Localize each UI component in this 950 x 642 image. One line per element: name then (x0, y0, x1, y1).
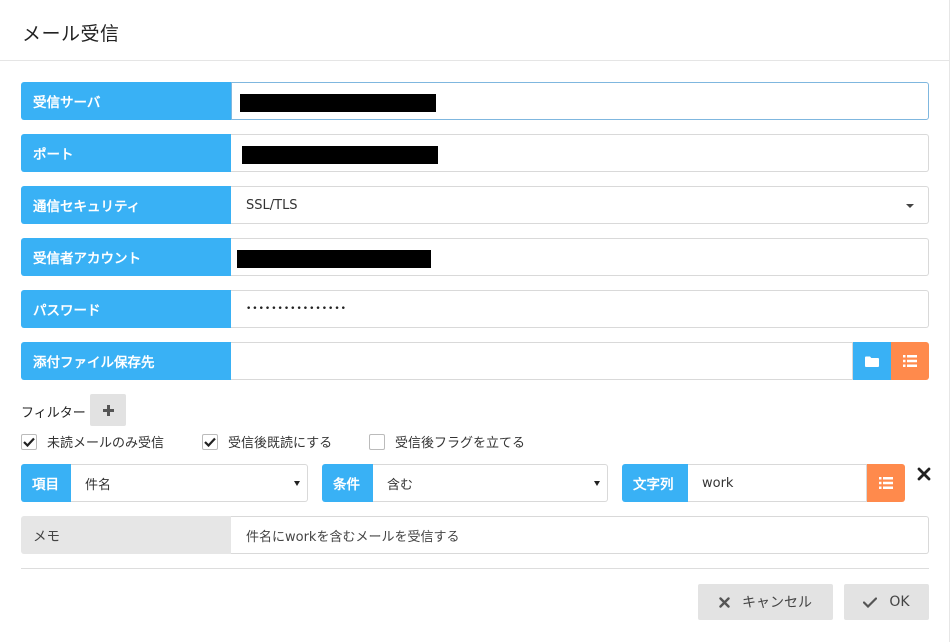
variable-list-button[interactable] (891, 342, 929, 380)
title-divider (0, 60, 950, 61)
redaction-block (237, 250, 431, 268)
ok-label: OK (889, 594, 910, 610)
filter-label: フィルター (21, 406, 86, 421)
filter-condition-label: 条件 (322, 464, 373, 502)
memo-input[interactable]: 件名にworkを含むメールを受信する (231, 516, 929, 554)
security-label: 通信セキュリティ (21, 186, 231, 224)
password-dots: •••••••••••••••• (246, 304, 347, 314)
checkbox-box[interactable] (21, 433, 37, 450)
dropdown-arrow-icon (294, 481, 300, 486)
password-label: パスワード (21, 290, 231, 328)
port-input[interactable] (231, 134, 929, 172)
filter-condition-select[interactable]: 含む (373, 464, 608, 502)
mail-receive-dialog: メール受信 受信サーバ ポート 通信セキュリティ SSL/TLS 受信者アカウン… (0, 0, 950, 642)
checkbox-label: 受信後フラグを立てる (395, 436, 526, 451)
port-label: ポート (21, 134, 231, 172)
unread-only-checkbox[interactable]: 未読メールのみ受信 (21, 432, 164, 451)
checkbox-box[interactable] (369, 433, 385, 450)
server-row: 受信サーバ (21, 82, 929, 120)
dropdown-arrow-icon (594, 481, 600, 486)
account-row: 受信者アカウント (21, 238, 929, 276)
list-icon (903, 355, 917, 367)
folder-icon (865, 356, 879, 367)
account-label: 受信者アカウント (21, 238, 231, 276)
save-dir-label: 添付ファイル保存先 (21, 342, 231, 380)
checkbox-box[interactable] (202, 433, 218, 450)
caret-down-icon (906, 204, 914, 208)
account-input[interactable] (231, 238, 929, 276)
add-filter-button[interactable] (90, 394, 126, 426)
plus-icon (102, 404, 114, 416)
check-icon (204, 437, 216, 447)
redaction-block (240, 94, 436, 112)
password-input[interactable]: •••••••••••••••• (231, 290, 929, 328)
close-icon (719, 596, 730, 608)
memo-row: メモ 件名にworkを含むメールを受信する (21, 516, 929, 554)
filter-condition-group: 条件 含む (322, 464, 608, 502)
cancel-label: キャンセル (742, 595, 812, 611)
filter-string-group: 文字列 work (622, 464, 905, 502)
filter-item-select[interactable]: 件名 (71, 464, 308, 502)
list-icon (879, 477, 893, 489)
set-flag-checkbox[interactable]: 受信後フラグを立てる (369, 432, 525, 451)
save-dir-input[interactable] (231, 342, 853, 380)
redaction-block (242, 146, 438, 164)
mark-read-checkbox[interactable]: 受信後既読にする (202, 432, 332, 451)
security-value: SSL/TLS (246, 197, 298, 213)
port-row: ポート (21, 134, 929, 172)
checkbox-label: 受信後既読にする (228, 436, 333, 451)
filter-item-label: 項目 (21, 464, 71, 502)
filter-variable-list-button[interactable] (867, 464, 905, 502)
remove-filter-icon[interactable] (916, 466, 932, 482)
checkbox-label: 未読メールのみ受信 (47, 436, 165, 451)
check-icon (863, 596, 878, 608)
server-input[interactable] (231, 82, 929, 120)
footer-divider (21, 568, 929, 569)
security-row: 通信セキュリティ SSL/TLS (21, 186, 929, 224)
browse-folder-button[interactable] (853, 342, 891, 380)
check-icon (23, 437, 35, 447)
memo-label: メモ (21, 516, 231, 554)
server-label: 受信サーバ (21, 82, 231, 120)
dialog-title: メール受信 (22, 23, 120, 45)
security-select[interactable]: SSL/TLS (231, 186, 929, 224)
cancel-button[interactable]: キャンセル (698, 584, 833, 620)
save-dir-row: 添付ファイル保存先 (21, 342, 929, 380)
ok-button[interactable]: OK (844, 584, 929, 620)
filter-string-label: 文字列 (622, 464, 688, 502)
password-row: パスワード •••••••••••••••• (21, 290, 929, 328)
filter-string-input[interactable]: work (688, 464, 867, 502)
filter-item-group: 項目 件名 (21, 464, 308, 502)
